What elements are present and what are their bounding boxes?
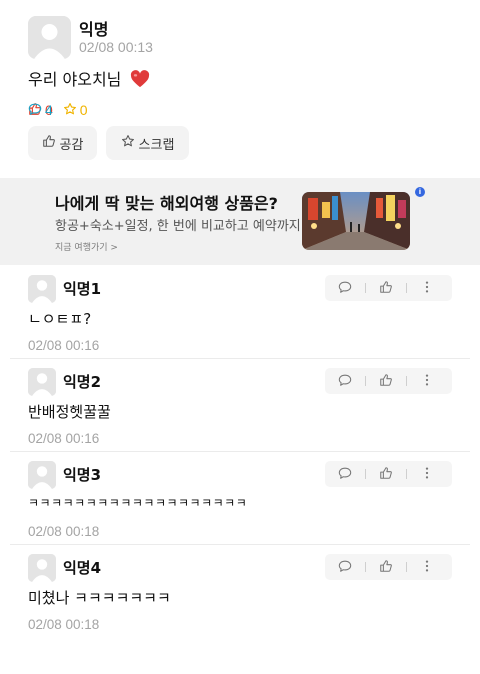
post-timestamp: 02/08 00:13 bbox=[79, 39, 153, 55]
comment-like-button[interactable] bbox=[366, 554, 406, 580]
thumbs-up-icon bbox=[379, 558, 393, 577]
comment-timestamp: 02/08 00:18 bbox=[28, 524, 100, 539]
ad-info-badge[interactable]: i bbox=[415, 187, 425, 197]
comment-author-name: 익명2 bbox=[63, 373, 102, 391]
reply-button[interactable] bbox=[325, 368, 365, 394]
comment-count-value: 4 bbox=[45, 102, 53, 118]
reply-button[interactable] bbox=[325, 554, 365, 580]
vertical-dots-icon bbox=[420, 372, 434, 391]
comment-like-button[interactable] bbox=[366, 368, 406, 394]
post-author-avatar[interactable] bbox=[28, 16, 71, 59]
reply-button[interactable] bbox=[325, 275, 365, 301]
comment-more-button[interactable] bbox=[407, 368, 447, 394]
comment-author-name: 익명1 bbox=[63, 280, 102, 298]
thumbs-up-icon bbox=[42, 134, 60, 152]
post-actions: 공감 스크랩 bbox=[28, 126, 198, 160]
comment-item: 익명4 미쳤나 ㅋㅋㅋㅋㅋㅋㅋ 02/08 00:18 bbox=[0, 544, 480, 637]
comment-item: 익명1 ㄴㅇㅌㅍ? 02/08 00:16 bbox=[0, 265, 480, 358]
thumbs-up-icon bbox=[379, 279, 393, 298]
speech-bubble-icon bbox=[338, 279, 352, 298]
comment-author-name: 익명3 bbox=[63, 466, 102, 484]
scrap-button-label: 스크랩 bbox=[138, 137, 175, 153]
post: 익명 02/08 00:13 우리 야오치님 0 4 0 공감 스크랩 bbox=[0, 0, 480, 178]
comment-timestamp: 02/08 00:18 bbox=[28, 617, 100, 632]
comment-tools bbox=[325, 554, 452, 580]
like-button-label: 공감 bbox=[59, 137, 84, 153]
thumbs-up-icon bbox=[379, 372, 393, 391]
comment-text: 미쳤나 ㅋㅋㅋㅋㅋㅋㅋ bbox=[28, 589, 171, 607]
comment-author-name: 익명4 bbox=[63, 559, 102, 577]
comment-author-avatar[interactable] bbox=[28, 461, 56, 489]
comment-tools bbox=[325, 461, 452, 487]
comment-author-avatar[interactable] bbox=[28, 554, 56, 582]
comment-text: 반배정헷꿀꿀 bbox=[28, 403, 111, 421]
comment-author-avatar[interactable] bbox=[28, 368, 56, 396]
comment-like-button[interactable] bbox=[366, 461, 406, 487]
comment-timestamp: 02/08 00:16 bbox=[28, 431, 100, 446]
comment-author-avatar[interactable] bbox=[28, 275, 56, 303]
comment-tools bbox=[325, 368, 452, 394]
comment-more-button[interactable] bbox=[407, 461, 447, 487]
vertical-dots-icon bbox=[420, 279, 434, 298]
comment-more-button[interactable] bbox=[407, 275, 447, 301]
vertical-dots-icon bbox=[420, 558, 434, 577]
like-button[interactable]: 공감 bbox=[28, 126, 97, 160]
comment-item: 익명3 ㅋㅋㅋㅋㅋㅋㅋㅋㅋㅋㅋㅋㅋㅋㅋㅋㅋㅋㅋ 02/08 00:18 bbox=[0, 451, 480, 544]
comment-item: 익명2 반배정헷꿀꿀 02/08 00:16 bbox=[0, 358, 480, 451]
ad-title: 나에게 딱 맞는 해외여행 상품은? bbox=[55, 194, 278, 213]
speech-bubble-icon bbox=[28, 102, 45, 119]
speech-bubble-icon bbox=[338, 558, 352, 577]
speech-bubble-icon bbox=[338, 372, 352, 391]
comment-tools bbox=[325, 275, 452, 301]
vertical-dots-icon bbox=[420, 465, 434, 484]
comment-text: ㄴㅇㅌㅍ? bbox=[28, 310, 92, 328]
speech-bubble-icon bbox=[338, 465, 352, 484]
reply-button[interactable] bbox=[325, 461, 365, 487]
ad-description: 항공+숙소+일정, 한 번에 비교하고 예약까지 bbox=[55, 219, 301, 234]
post-author-name: 익명 bbox=[79, 20, 109, 39]
thumbs-up-icon bbox=[379, 465, 393, 484]
ad-banner[interactable]: 나에게 딱 맞는 해외여행 상품은? 항공+숙소+일정, 한 번에 비교하고 예… bbox=[0, 178, 480, 265]
comment-text: ㅋㅋㅋㅋㅋㅋㅋㅋㅋㅋㅋㅋㅋㅋㅋㅋㅋㅋㅋ bbox=[28, 496, 248, 510]
comment-timestamp: 02/08 00:16 bbox=[28, 338, 100, 353]
ad-link[interactable]: 지금 여행가기 > bbox=[55, 240, 118, 253]
scrap-button[interactable]: 스크랩 bbox=[106, 126, 189, 160]
star-icon bbox=[121, 134, 139, 152]
comment-like-button[interactable] bbox=[366, 275, 406, 301]
ad-street-image[interactable] bbox=[302, 192, 410, 250]
comment-more-button[interactable] bbox=[407, 554, 447, 580]
post-stats: 0 4 0 bbox=[28, 101, 98, 119]
